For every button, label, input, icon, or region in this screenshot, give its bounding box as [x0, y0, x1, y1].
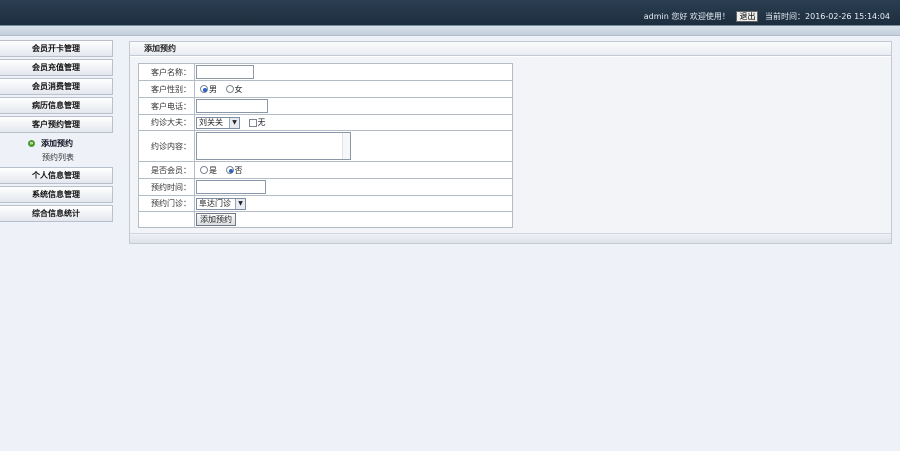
submit-label-cell — [138, 211, 195, 228]
name-input[interactable] — [196, 65, 254, 79]
gender-label: 客户性别： — [138, 80, 195, 98]
panel-footer — [130, 233, 891, 243]
submenu-appointment-list[interactable]: 预约列表 — [0, 151, 113, 165]
member-no-label: 否 — [234, 165, 243, 175]
content-textarea[interactable] — [196, 132, 351, 160]
chevron-down-icon: ▼ — [229, 117, 239, 128]
member-label: 是否会员： — [138, 161, 195, 179]
member-yes-radio[interactable] — [200, 166, 208, 174]
logout-button[interactable]: 退出 — [736, 11, 759, 22]
welcome-text: 您好 欢迎使用！ — [671, 12, 730, 21]
submenu-label: 添加预约 — [41, 139, 73, 148]
sidebar-item-recharge[interactable]: 会员充值管理 — [0, 59, 113, 76]
time-label: 预约时间： — [138, 178, 195, 196]
clinic-select[interactable]: 阜达门诊 ▼ — [196, 197, 246, 210]
gender-male-label: 男 — [209, 84, 217, 94]
member-yes-label: 是 — [209, 165, 217, 175]
doctor-none-checkbox[interactable] — [248, 118, 257, 127]
panel-body: 客户名称： 客户性别： 男 女 客户电话： 约诊大夫： 刘关关 ▼ 无 约诊内容… — [130, 57, 891, 243]
gender-female-radio[interactable] — [225, 85, 234, 93]
username: admin — [643, 12, 669, 21]
user-info: admin 您好 欢迎使用！ 退出 当前时间：2016-02-26 15:14:… — [644, 11, 890, 22]
time-label: 当前时间： — [765, 12, 806, 21]
phone-label: 客户电话： — [138, 97, 195, 115]
top-bar: admin 您好 欢迎使用！ 退出 当前时间：2016-02-26 15:14:… — [0, 0, 900, 26]
clinic-label: 预约门诊： — [138, 195, 195, 212]
sidebar-item-records[interactable]: 病历信息管理 — [0, 97, 113, 114]
doctor-selected: 刘关关 — [199, 117, 223, 127]
submenu-add-appointment[interactable]: » 添加预约 — [0, 137, 113, 151]
gender-female-label: 女 — [234, 84, 243, 94]
appointment-form: 客户名称： 客户性别： 男 女 客户电话： 约诊大夫： 刘关关 ▼ 无 约诊内容… — [138, 63, 513, 228]
textarea-scrollbar[interactable] — [342, 133, 350, 159]
doctor-select[interactable]: 刘关关 ▼ — [196, 116, 240, 129]
name-label: 客户名称： — [138, 63, 195, 81]
phone-input[interactable] — [196, 99, 268, 113]
sidebar-item-statistics[interactable]: 综合信息统计 — [0, 205, 113, 222]
sidebar-item-appointments[interactable]: 客户预约管理 — [0, 116, 113, 133]
member-no-radio[interactable] — [225, 166, 234, 174]
sidebar-item-card[interactable]: 会员开卡管理 — [0, 40, 113, 57]
sidebar-item-consume[interactable]: 会员消费管理 — [0, 78, 113, 95]
chevron-down-icon: ▼ — [235, 198, 245, 209]
sidebar-item-personal[interactable]: 个人信息管理 — [0, 167, 113, 184]
content-label: 约诊内容： — [138, 130, 195, 162]
doctor-none-label: 无 — [257, 118, 266, 127]
sidebar-item-system[interactable]: 系统信息管理 — [0, 186, 113, 203]
submit-button[interactable]: 添加预约 — [196, 213, 236, 226]
panel-title: 添加预约 — [130, 42, 891, 56]
appointment-submenu: » 添加预约 预约列表 — [0, 135, 113, 167]
clinic-selected: 阜达门诊 — [199, 198, 231, 208]
time-input[interactable] — [196, 180, 266, 194]
arrow-bullet-icon: » — [28, 140, 35, 147]
sub-bar — [0, 26, 900, 36]
current-time: 2016-02-26 15:14:04 — [805, 12, 890, 21]
main-panel: 添加预约 客户名称： 客户性别： 男 女 客户电话： 约诊大夫： 刘关关 ▼ 无… — [129, 41, 892, 244]
gender-male-radio[interactable] — [200, 85, 208, 93]
doctor-label: 约诊大夫： — [138, 114, 195, 131]
sidebar: 会员开卡管理 会员充值管理 会员消费管理 病历信息管理 客户预约管理 » 添加预约… — [0, 40, 113, 224]
